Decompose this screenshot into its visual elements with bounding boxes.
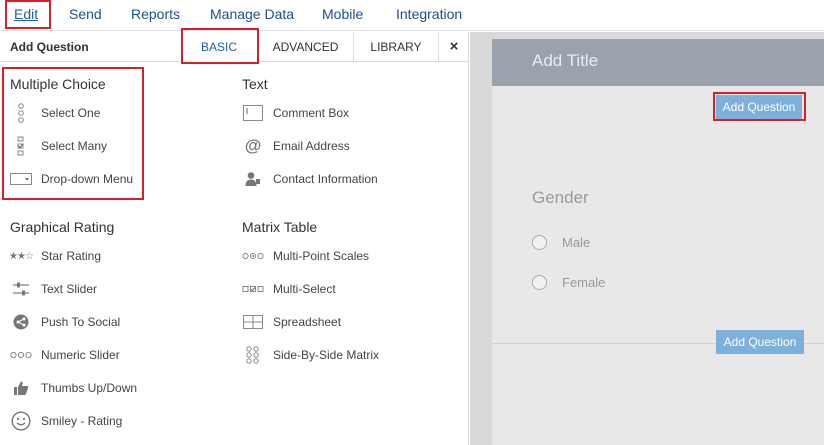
nav-edit[interactable]: Edit <box>14 6 38 22</box>
option-male[interactable]: Male <box>532 235 590 250</box>
nav-mobile[interactable]: Mobile <box>322 6 363 22</box>
qtype-label: Spreadsheet <box>273 315 342 329</box>
qtype-label: Drop-down Menu <box>41 172 134 186</box>
qtype-email-address[interactable]: @ Email Address <box>242 135 350 157</box>
smiley-icon <box>10 411 32 431</box>
qtype-label: Select Many <box>41 139 108 153</box>
nav-integration[interactable]: Integration <box>396 6 462 22</box>
qtype-label: Multi-Point Scales <box>273 249 370 263</box>
comment-box-icon <box>242 103 264 123</box>
qtype-label: Select One <box>41 106 101 120</box>
question-label[interactable]: Gender <box>532 188 589 208</box>
star-icon: ★★☆ <box>9 250 34 262</box>
survey-title-bar[interactable]: Add Title <box>492 39 824 86</box>
qtype-label: Side-By-Side Matrix <box>273 348 380 362</box>
close-icon[interactable]: × <box>438 32 469 62</box>
add-question-button-top[interactable]: Add Question <box>716 95 802 119</box>
thumbs-up-icon <box>10 378 32 398</box>
tab-advanced[interactable]: ADVANCED <box>257 32 353 62</box>
radio-button[interactable] <box>532 275 547 290</box>
section-matrix-table-title: Matrix Table <box>242 219 318 235</box>
tab-library[interactable]: LIBRARY <box>353 32 438 62</box>
contact-icon <box>242 169 264 189</box>
qtype-label: Text Slider <box>41 282 98 296</box>
qtype-side-by-side-matrix[interactable]: Side-By-Side Matrix <box>242 344 379 366</box>
add-question-button-bottom[interactable]: Add Question <box>716 330 804 354</box>
option-label: Male <box>562 235 591 250</box>
qtype-spreadsheet[interactable]: Spreadsheet <box>242 311 341 333</box>
slider-icon <box>10 279 32 299</box>
nav-send[interactable]: Send <box>69 6 102 22</box>
share-icon <box>10 312 32 332</box>
dropdown-icon <box>10 169 32 189</box>
qtype-numeric-slider[interactable]: Numeric Slider <box>10 344 120 366</box>
qtype-select-many[interactable]: Select Many <box>10 135 107 157</box>
qtype-star-rating[interactable]: ★★☆ Star Rating <box>9 245 102 267</box>
side-by-side-icon <box>242 345 264 365</box>
checkbox-list-icon <box>10 136 32 156</box>
qtype-multi-point-scales[interactable]: Multi-Point Scales <box>242 245 369 267</box>
section-multiple-choice-title: Multiple Choice <box>10 76 106 92</box>
qtype-smiley-rating[interactable]: Smiley - Rating <box>10 410 122 432</box>
qtype-select-one[interactable]: Select One <box>10 102 100 124</box>
qtype-push-to-social[interactable]: Push To Social <box>10 311 120 333</box>
multi-select-icon <box>242 279 264 299</box>
qtype-contact-information[interactable]: Contact Information <box>242 168 378 190</box>
section-text-title: Text <box>242 76 268 92</box>
option-label: Female <box>562 275 606 290</box>
panel-tab-bar: Add Question BASIC ADVANCED LIBRARY × <box>0 32 469 62</box>
at-sign-icon: @ <box>244 136 262 155</box>
section-graphical-rating-title: Graphical Rating <box>10 219 115 235</box>
numeric-slider-icon <box>10 345 32 365</box>
qtype-thumbs-up-down[interactable]: Thumbs Up/Down <box>10 377 137 399</box>
qtype-label: Push To Social <box>41 315 121 329</box>
qtype-label: Email Address <box>273 139 350 153</box>
qtype-label: Comment Box <box>273 106 350 120</box>
qtype-label: Numeric Slider <box>41 348 120 362</box>
radio-button[interactable] <box>532 235 547 250</box>
option-female[interactable]: Female <box>532 275 605 290</box>
qtype-label: Star Rating <box>41 249 102 263</box>
qtype-text-slider[interactable]: Text Slider <box>10 278 97 300</box>
qtype-dropdown-menu[interactable]: Drop-down Menu <box>10 168 133 190</box>
survey-canvas-area: Add Title Add Question Gender Male Femal… <box>470 32 824 445</box>
radio-list-icon <box>10 103 32 123</box>
tab-basic[interactable]: BASIC <box>181 32 257 62</box>
top-nav: Edit Send Reports Manage Data Mobile Int… <box>0 0 824 31</box>
nav-manage-data[interactable]: Manage Data <box>210 6 294 22</box>
survey-title-placeholder[interactable]: Add Title <box>532 51 598 71</box>
qtype-comment-box[interactable]: Comment Box <box>242 102 349 124</box>
qtype-label: Thumbs Up/Down <box>41 381 138 395</box>
qtype-multi-select[interactable]: Multi-Select <box>242 278 336 300</box>
survey-page: Add Title Add Question Gender Male Femal… <box>492 39 824 445</box>
multi-point-icon <box>242 246 264 266</box>
qtype-label: Multi-Select <box>273 282 336 296</box>
add-question-panel: Add Question BASIC ADVANCED LIBRARY × Mu… <box>0 32 469 445</box>
spreadsheet-icon <box>242 312 264 332</box>
qtype-label: Smiley - Rating <box>41 414 123 428</box>
nav-reports[interactable]: Reports <box>131 6 180 22</box>
panel-title: Add Question <box>10 40 89 54</box>
qtype-label: Contact Information <box>273 172 378 186</box>
